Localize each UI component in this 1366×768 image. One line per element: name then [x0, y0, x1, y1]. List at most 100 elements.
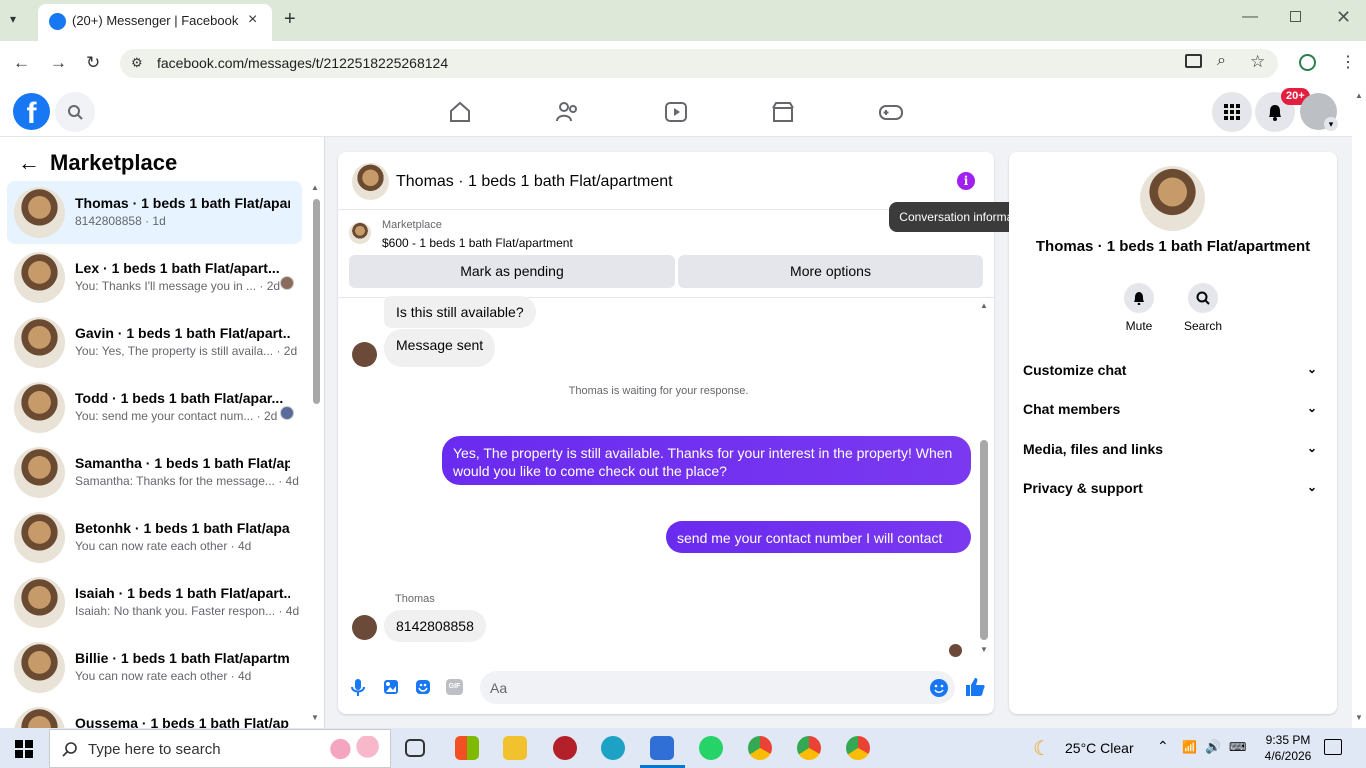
back-arrow-icon[interactable]: ← — [18, 150, 40, 175]
conversation-list-scrollbar[interactable] — [313, 199, 320, 404]
conversation-item[interactable]: Oussema · 1 beds 1 bath Flat/ap... — [7, 701, 302, 728]
install-app-icon[interactable] — [1185, 54, 1202, 68]
file-explorer-icon[interactable] — [503, 736, 527, 760]
clock-time: 9:35 PM — [1265, 733, 1311, 747]
chat-title[interactable]: Thomas · 1 beds 1 bath Flat/apartment — [396, 173, 673, 191]
page-scroll-down-icon[interactable]: ▼ — [1355, 713, 1363, 722]
info-icon[interactable]: i — [957, 172, 975, 190]
outgoing-message[interactable]: send me your contact number I will conta… — [666, 521, 971, 564]
marketplace-nav-icon[interactable] — [770, 99, 796, 125]
site-info-icon[interactable]: ⚙ — [131, 55, 143, 71]
page-scroll-up-icon[interactable]: ▲ — [1355, 91, 1363, 100]
browser-menu-icon[interactable]: ⋮ — [1340, 52, 1356, 72]
microsoft-store-icon[interactable] — [455, 736, 479, 760]
friends-nav-icon[interactable] — [555, 99, 581, 125]
tab-title: (20+) Messenger | Facebook — [72, 13, 239, 28]
scroll-down-arrow-icon[interactable]: ▼ — [311, 713, 319, 722]
incoming-message[interactable]: Is this still available? — [384, 296, 536, 328]
facebook-logo[interactable]: f — [13, 93, 50, 130]
chevron-down-icon: ⌄ — [1306, 362, 1317, 376]
back-button[interactable]: ← — [13, 53, 30, 73]
whatsapp-icon[interactable] — [699, 736, 723, 760]
zoom-icon[interactable]: ⌕ — [1217, 52, 1226, 70]
restore-button[interactable] — [1290, 11, 1301, 22]
mute-button[interactable] — [1124, 283, 1154, 313]
info-panel-avatar[interactable] — [1140, 166, 1205, 231]
omnibox[interactable]: ⚙ facebook.com/messages/t/21225182252681… — [120, 49, 1278, 78]
conversation-item[interactable]: Todd · 1 beds 1 bath Flat/apar... You: s… — [7, 376, 302, 439]
chrome-profile-icon[interactable] — [797, 736, 821, 760]
conversation-name: Lex · 1 beds 1 bath Flat/apart... — [75, 260, 280, 276]
chat-scroll-up-icon[interactable]: ▲ — [980, 301, 988, 310]
paint-app-icon[interactable] — [650, 736, 674, 760]
chrome-profile-icon[interactable] — [748, 736, 772, 760]
sticker-icon[interactable] — [415, 679, 431, 695]
search-in-chat-button[interactable] — [1188, 283, 1218, 313]
chat-scroll-down-icon[interactable]: ▼ — [980, 645, 988, 654]
network-icon[interactable]: 📶 — [1182, 740, 1197, 754]
new-tab-button[interactable]: + — [284, 8, 296, 31]
page-scrollbar[interactable]: ▲ ▼ — [1352, 87, 1366, 728]
seen-avatar — [280, 406, 294, 420]
incoming-message[interactable]: Message sent — [384, 329, 496, 367]
microphone-icon[interactable] — [350, 678, 366, 696]
conversation-item[interactable]: Lex · 1 beds 1 bath Flat/apart... You: T… — [7, 246, 302, 309]
minimize-button[interactable]: — — [1242, 8, 1258, 26]
taskbar-search-box[interactable]: Type here to search — [49, 729, 391, 768]
gif-icon[interactable]: GIF — [446, 679, 463, 695]
edge-browser-icon[interactable] — [601, 736, 625, 760]
conversation-item[interactable]: Thomas · 1 beds 1 bath Flat/apar... 8142… — [7, 181, 302, 244]
fb-search-button[interactable] — [55, 92, 95, 132]
conversation-name: Isaiah · 1 beds 1 bath Flat/apart... — [75, 585, 290, 601]
conversation-item[interactable]: Betonhk · 1 beds 1 bath Flat/apa... You … — [7, 506, 302, 569]
emoji-icon[interactable] — [930, 679, 948, 697]
weather-text[interactable]: 25°C Clear — [1065, 740, 1134, 756]
conversation-item[interactable]: Billie · 1 beds 1 bath Flat/apartm... Yo… — [7, 636, 302, 699]
menu-grid-button[interactable] — [1212, 92, 1252, 132]
outgoing-message[interactable]: Yes, The property is still available. Th… — [442, 436, 971, 485]
ime-icon[interactable]: ⌨ — [1229, 740, 1246, 754]
conversation-item[interactable]: Gavin · 1 beds 1 bath Flat/apart... You:… — [7, 311, 302, 374]
more-options-button[interactable]: More options — [678, 255, 983, 288]
sender-avatar — [352, 342, 377, 367]
photo-icon[interactable] — [383, 679, 399, 695]
app-icon[interactable] — [553, 736, 577, 760]
forward-button[interactable]: → — [50, 53, 67, 73]
bookmark-star-icon[interactable]: ☆ — [1250, 52, 1265, 72]
home-nav-icon[interactable] — [447, 99, 473, 125]
conversation-item[interactable]: Isaiah · 1 beds 1 bath Flat/apart... Isa… — [7, 571, 302, 634]
customize-chat-section[interactable]: Customize chat ⌄ — [1023, 362, 1323, 378]
account-chevron-icon[interactable]: ▾ — [1324, 117, 1338, 131]
grid-icon — [1224, 104, 1240, 120]
chat-header-avatar[interactable] — [352, 163, 389, 200]
chevron-down-icon: ⌄ — [1306, 480, 1317, 494]
taskbar-clock[interactable]: 9:35 PM 4/6/2026 — [1258, 732, 1318, 764]
listing-title[interactable]: $600 - 1 beds 1 bath Flat/apartment — [382, 236, 573, 250]
profile-icon[interactable] — [1299, 54, 1316, 71]
windows-start-icon[interactable] — [15, 740, 33, 758]
tray-chevron-icon[interactable]: ⌃ — [1157, 738, 1169, 755]
scroll-up-arrow-icon[interactable]: ▲ — [311, 183, 319, 192]
gaming-nav-icon[interactable] — [878, 99, 904, 125]
search-label: Search — [1183, 319, 1223, 333]
video-nav-icon[interactable] — [663, 99, 689, 125]
section-label: Customize chat — [1023, 362, 1127, 378]
media-files-links-section[interactable]: Media, files and links ⌄ — [1023, 441, 1323, 457]
volume-icon[interactable]: 🔊 — [1205, 739, 1221, 755]
chrome-profile-icon[interactable] — [846, 736, 870, 760]
task-view-icon[interactable] — [405, 739, 425, 757]
tab-list-button[interactable]: ▾ — [10, 12, 16, 26]
privacy-support-section[interactable]: Privacy & support ⌄ — [1023, 480, 1323, 496]
thumbs-up-icon[interactable] — [964, 676, 986, 698]
reload-button[interactable]: ↻ — [86, 53, 100, 73]
notification-center-icon[interactable] — [1324, 739, 1342, 755]
chat-members-section[interactable]: Chat members ⌄ — [1023, 401, 1323, 417]
conversation-item[interactable]: Samantha · 1 beds 1 bath Flat/ap... Sama… — [7, 441, 302, 504]
browser-tab[interactable]: (20+) Messenger | Facebook × — [38, 4, 272, 41]
tab-close-icon[interactable]: × — [248, 11, 257, 29]
close-window-button[interactable]: ✕ — [1336, 7, 1351, 28]
message-input[interactable]: Aa — [480, 671, 955, 704]
mark-as-pending-button[interactable]: Mark as pending — [349, 255, 675, 288]
incoming-message[interactable]: 8142808858 — [384, 610, 486, 642]
chat-scrollbar[interactable] — [980, 440, 988, 640]
